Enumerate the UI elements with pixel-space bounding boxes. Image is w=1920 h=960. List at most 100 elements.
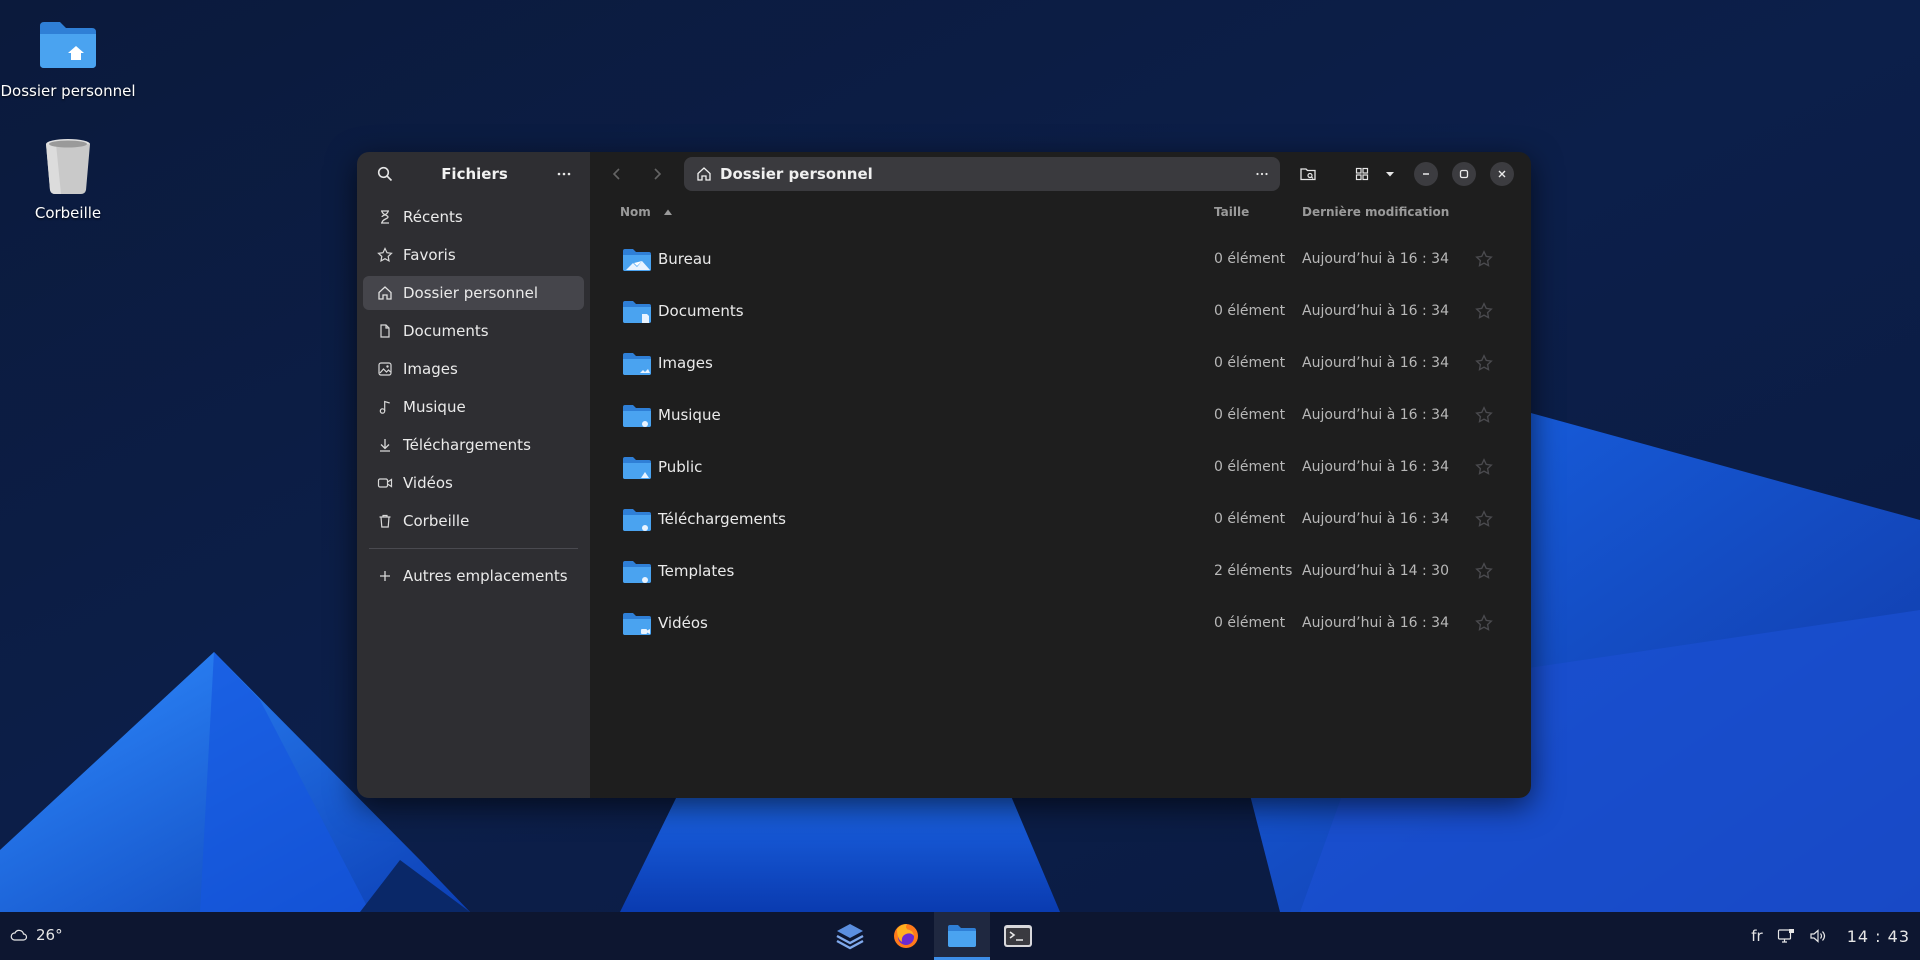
sidebar-item-other-locations[interactable]: Autres emplacements — [363, 559, 584, 593]
star-icon[interactable] — [1475, 302, 1493, 320]
volume-icon[interactable] — [1809, 928, 1827, 944]
file-row[interactable]: Vidéos 0 élément Aujourd’hui à 16 : 34 — [590, 598, 1531, 650]
sidebar-item-label: Images — [403, 360, 458, 378]
sidebar-item-label: Autres emplacements — [403, 567, 568, 585]
hourglass-icon — [381, 210, 389, 224]
file-row[interactable]: Documents 0 élément Aujourd’hui à 16 : 34 — [590, 286, 1531, 338]
maximize-button[interactable] — [1452, 162, 1476, 186]
view-grid-button[interactable] — [1348, 160, 1376, 188]
download-icon — [380, 439, 390, 452]
clock[interactable]: 14 : 43 — [1847, 927, 1910, 946]
search-location-button[interactable] — [1294, 160, 1322, 188]
sidebar-item-downloads[interactable]: Téléchargements — [363, 428, 584, 462]
file-row[interactable]: Images 0 élément Aujourd’hui à 16 : 34 — [590, 338, 1531, 390]
maximize-icon — [1459, 169, 1469, 179]
caret-down-icon — [1386, 172, 1394, 177]
desktop-icon-trash[interactable]: Corbeille — [0, 134, 138, 222]
sidebar-item-home[interactable]: Dossier personnel — [363, 276, 584, 310]
weather-widget[interactable]: 26° — [10, 926, 63, 944]
taskbar-app-terminal[interactable] — [990, 912, 1046, 960]
search-button[interactable] — [371, 160, 399, 188]
star-icon[interactable] — [1475, 510, 1493, 528]
file-modified: Aujourd’hui à 16 : 34 — [1302, 251, 1449, 267]
file-size: 2 éléments — [1214, 563, 1293, 579]
sidebar-item-label: Musique — [403, 398, 466, 416]
view-options-button[interactable] — [1380, 160, 1400, 188]
file-row[interactable]: Musique 0 élément Aujourd’hui à 16 : 34 — [590, 390, 1531, 442]
sidebar-item-favorites[interactable]: Favoris — [363, 238, 584, 272]
home-icon — [697, 167, 711, 181]
file-modified: Aujourd’hui à 16 : 34 — [1302, 407, 1449, 423]
star-icon[interactable] — [1475, 406, 1493, 424]
sidebar-separator — [369, 548, 578, 549]
close-button[interactable] — [1490, 162, 1514, 186]
file-name: Musique — [658, 406, 721, 424]
desktop-icon-label: Dossier personnel — [0, 82, 136, 100]
home-icon — [378, 286, 392, 300]
star-icon[interactable] — [1475, 614, 1493, 632]
column-size-header[interactable]: Taille — [1214, 205, 1249, 219]
folder-icon — [623, 301, 651, 323]
plus-icon — [380, 571, 390, 581]
grid-icon — [1355, 167, 1369, 181]
file-modified: Aujourd’hui à 16 : 34 — [1302, 355, 1449, 371]
forward-button[interactable] — [640, 159, 674, 189]
image-icon — [378, 362, 392, 376]
sort-ascending-icon — [663, 209, 672, 215]
trash-icon — [46, 139, 90, 194]
sidebar-item-recents[interactable]: Récents — [363, 200, 584, 234]
desktop-icon-home[interactable]: Dossier personnel — [0, 12, 138, 100]
column-name-header[interactable]: Nom — [620, 205, 672, 219]
file-row[interactable]: Public 0 élément Aujourd’hui à 16 : 34 — [590, 442, 1531, 494]
sidebar-item-label: Favoris — [403, 246, 456, 264]
main-menu-button[interactable] — [550, 160, 578, 188]
more-icon[interactable] — [1254, 166, 1270, 182]
file-row[interactable]: Téléchargements 0 élément Aujourd’hui à 16… — [590, 494, 1531, 546]
sidebar-item-trash[interactable]: Corbeille — [363, 504, 584, 538]
file-modified: Aujourd’hui à 16 : 34 — [1302, 511, 1449, 527]
file-row[interactable]: Templates 2 éléments Aujourd’hui à 14 : 30 — [590, 546, 1531, 598]
sidebar-item-music[interactable]: Musique — [363, 390, 584, 424]
file-name: Public — [658, 458, 703, 476]
path-bar[interactable]: Dossier personnel — [684, 157, 1280, 191]
column-modified-header[interactable]: Dernière modification — [1302, 205, 1449, 219]
taskbar-app-firefox[interactable] — [878, 912, 934, 960]
star-icon[interactable] — [1475, 354, 1493, 372]
more-icon — [557, 172, 571, 176]
file-manager-window: Fichiers Récents Favoris Dossier personn… — [357, 152, 1531, 798]
firefox-icon — [894, 924, 918, 948]
folder-icon — [623, 561, 651, 583]
close-icon — [1498, 170, 1506, 178]
sidebar-item-images[interactable]: Images — [363, 352, 584, 386]
sidebar: Fichiers Récents Favoris Dossier personn… — [357, 152, 590, 798]
taskbar-app-files[interactable] — [934, 912, 990, 960]
star-icon[interactable] — [1475, 458, 1493, 476]
file-size: 0 élément — [1214, 615, 1286, 631]
home-folder-icon — [40, 22, 96, 68]
folder-icon — [623, 457, 651, 479]
chevron-right-icon — [654, 168, 662, 180]
taskbar-app-workspaces[interactable] — [822, 912, 878, 960]
keyboard-layout-indicator[interactable]: fr — [1751, 927, 1762, 945]
star-icon[interactable] — [1475, 562, 1493, 580]
sidebar-item-label: Documents — [403, 322, 489, 340]
network-icon[interactable] — [1777, 928, 1795, 944]
file-size: 0 élément — [1214, 459, 1286, 475]
sidebar-item-documents[interactable]: Documents — [363, 314, 584, 348]
file-size: 0 élément — [1214, 355, 1286, 371]
file-size: 0 élément — [1214, 251, 1286, 267]
folder-search-icon — [1300, 168, 1316, 181]
column-headers: Nom Taille Dernière modification — [590, 196, 1531, 226]
folder-icon — [623, 613, 651, 635]
star-icon — [377, 247, 393, 263]
star-icon[interactable] — [1475, 250, 1493, 268]
minimize-button[interactable] — [1414, 162, 1438, 186]
sidebar-item-videos[interactable]: Vidéos — [363, 466, 584, 500]
file-name: Images — [658, 354, 713, 372]
back-button[interactable] — [600, 159, 634, 189]
desktop-icon-label: Corbeille — [34, 204, 102, 222]
file-size: 0 élément — [1214, 511, 1286, 527]
sidebar-item-label: Récents — [403, 208, 463, 226]
file-row[interactable]: Bureau 0 élément Aujourd’hui à 16 : 34 — [590, 234, 1531, 286]
taskbar-apps — [822, 912, 1046, 960]
